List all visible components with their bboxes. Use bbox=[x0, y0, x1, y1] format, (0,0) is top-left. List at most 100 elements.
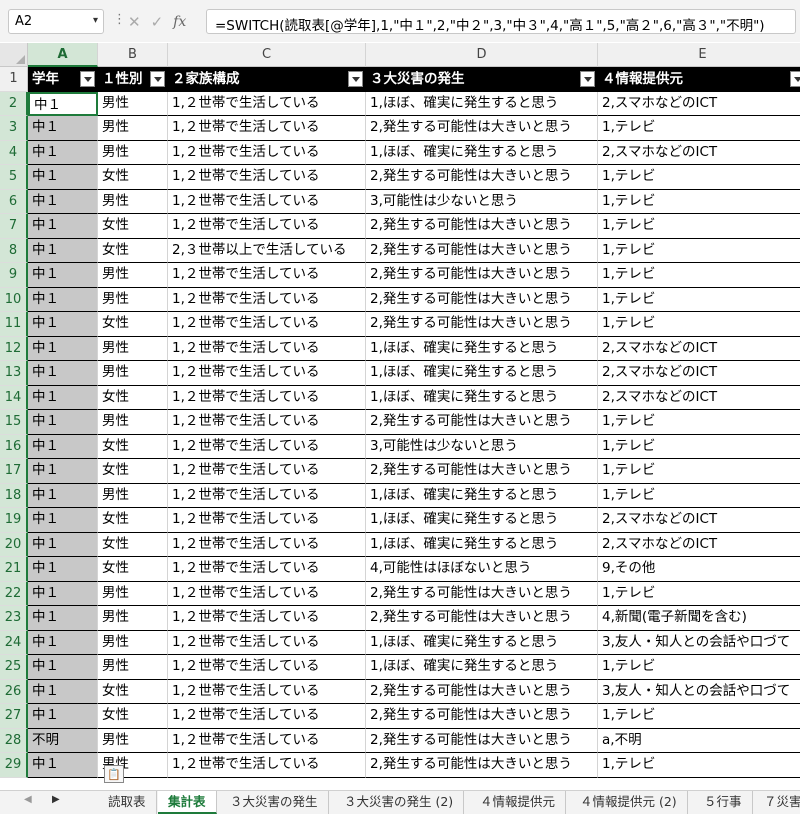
table-cell-d[interactable]: 2,発生する可能性は大きいと思う bbox=[366, 214, 598, 239]
column-header-d[interactable]: D bbox=[366, 43, 598, 67]
table-cell-c[interactable]: 1,２世帯で生活している bbox=[168, 189, 366, 214]
row-header-27[interactable]: 27 bbox=[0, 704, 28, 729]
table-cell-d[interactable]: 1,ほぼ、確実に発生すると思う bbox=[366, 91, 598, 116]
column-header-b[interactable]: B bbox=[98, 43, 168, 67]
table-cell-a[interactable]: 中１ bbox=[28, 655, 98, 680]
table-cell-e[interactable]: 1,テレビ bbox=[598, 704, 800, 729]
table-cell-c[interactable]: 1,２世帯で生活している bbox=[168, 434, 366, 459]
table-cell-a[interactable]: 中１ bbox=[28, 483, 98, 508]
table-cell-b[interactable]: 男性 bbox=[98, 728, 168, 753]
table-cell-c[interactable]: 1,２世帯で生活している bbox=[168, 140, 366, 165]
table-cell-e[interactable]: 1,テレビ bbox=[598, 190, 800, 214]
table-cell-b[interactable]: 男性 bbox=[98, 189, 168, 214]
chevron-down-icon[interactable]: ▾ bbox=[93, 15, 98, 26]
select-all-button[interactable] bbox=[0, 43, 28, 67]
table-cell-a[interactable]: 中１ bbox=[28, 459, 98, 484]
row-header-4[interactable]: 4 bbox=[0, 140, 28, 165]
table-cell-a[interactable]: 中１ bbox=[28, 679, 98, 704]
table-cell-d[interactable]: 1,ほぼ、確実に発生すると思う bbox=[366, 385, 598, 410]
table-cell-b[interactable]: 男性 bbox=[98, 140, 168, 165]
table-cell-e[interactable]: 2,スマホなどのICT bbox=[598, 92, 800, 116]
table-cell-a[interactable]: 中１ bbox=[28, 606, 98, 631]
row-header-25[interactable]: 25 bbox=[0, 655, 28, 680]
row-header-26[interactable]: 26 bbox=[0, 679, 28, 704]
table-cell-d[interactable]: 1,ほぼ、確実に発生すると思う bbox=[366, 140, 598, 165]
table-cell-e[interactable]: 2,スマホなどのICT bbox=[598, 337, 800, 361]
row-header-11[interactable]: 11 bbox=[0, 312, 28, 337]
table-cell-e[interactable]: 1,テレビ bbox=[598, 239, 800, 263]
table-cell-b[interactable]: 女性 bbox=[98, 679, 168, 704]
table-cell-e[interactable]: 1,テレビ bbox=[598, 753, 800, 778]
table-cell-b[interactable]: 女性 bbox=[98, 508, 168, 533]
table-cell-a[interactable]: 不明 bbox=[28, 728, 98, 753]
table-cell-a[interactable]: 中１ bbox=[28, 189, 98, 214]
table-cell-a[interactable]: 中１ bbox=[28, 312, 98, 337]
table-cell-c[interactable]: 1,２世帯で生活している bbox=[168, 606, 366, 631]
table-cell-c[interactable]: 1,２世帯で生活している bbox=[168, 263, 366, 288]
table-cell-e[interactable]: 1,テレビ bbox=[598, 263, 800, 288]
table-cell-d[interactable]: 2,発生する可能性は大きいと思う bbox=[366, 116, 598, 141]
table-cell-c[interactable]: 1,２世帯で生活している bbox=[168, 459, 366, 484]
table-cell-c[interactable]: 1,２世帯で生活している bbox=[168, 704, 366, 729]
table-cell-b[interactable]: 男性 bbox=[98, 410, 168, 435]
table-cell-c[interactable]: 1,２世帯で生活している bbox=[168, 483, 366, 508]
table-cell-e[interactable]: 1,テレビ bbox=[598, 214, 800, 239]
sheet-tab[interactable]: ３大災害の発生 (2) bbox=[334, 791, 465, 814]
table-cell-b[interactable]: 男性 bbox=[98, 263, 168, 288]
table-cell-e[interactable]: 1,テレビ bbox=[598, 435, 800, 459]
table-cell-d[interactable]: 2,発生する可能性は大きいと思う bbox=[366, 263, 598, 288]
table-cell-a[interactable]: 中１ bbox=[28, 287, 98, 312]
row-header-28[interactable]: 28 bbox=[0, 728, 28, 753]
table-cell-e[interactable]: 2,スマホなどのICT bbox=[598, 386, 800, 410]
prev-sheet-icon[interactable]: ◀ bbox=[24, 794, 32, 805]
row-header-20[interactable]: 20 bbox=[0, 532, 28, 557]
sheet-tab[interactable]: 集計表 bbox=[158, 791, 217, 814]
table-cell-d[interactable]: 2,発生する可能性は大きいと思う bbox=[366, 459, 598, 484]
table-cell-b[interactable]: 女性 bbox=[98, 434, 168, 459]
table-cell-c[interactable]: 1,２世帯で生活している bbox=[168, 214, 366, 239]
row-header-21[interactable]: 21 bbox=[0, 557, 28, 582]
table-cell-a[interactable]: 中１ bbox=[28, 581, 98, 606]
table-cell-b[interactable]: 男性 bbox=[98, 336, 168, 361]
table-cell-c[interactable]: 1,２世帯で生活している bbox=[168, 655, 366, 680]
table-cell-d[interactable]: 2,発生する可能性は大きいと思う bbox=[366, 704, 598, 729]
table-cell-e[interactable]: 4,新聞(電子新聞を含む) bbox=[598, 606, 800, 631]
table-header-cell[interactable]: 学年 bbox=[28, 67, 98, 92]
table-cell-a[interactable]: 中１ bbox=[28, 214, 98, 239]
table-cell-b[interactable]: 男性 bbox=[98, 483, 168, 508]
table-cell-b[interactable]: 女性 bbox=[98, 238, 168, 263]
cancel-icon[interactable]: ✕ bbox=[128, 13, 141, 31]
row-header-17[interactable]: 17 bbox=[0, 459, 28, 484]
row-header-9[interactable]: 9 bbox=[0, 263, 28, 288]
table-cell-a[interactable]: 中１ bbox=[28, 238, 98, 263]
table-cell-b[interactable]: 男性 bbox=[98, 361, 168, 386]
table-cell-c[interactable]: 1,２世帯で生活している bbox=[168, 679, 366, 704]
row-header-5[interactable]: 5 bbox=[0, 165, 28, 190]
table-cell-e[interactable]: 2,スマホなどのICT bbox=[598, 533, 800, 557]
table-cell-c[interactable]: 1,２世帯で生活している bbox=[168, 385, 366, 410]
table-cell-b[interactable]: 男性 bbox=[98, 581, 168, 606]
row-header-3[interactable]: 3 bbox=[0, 116, 28, 141]
row-header-8[interactable]: 8 bbox=[0, 238, 28, 263]
table-cell-a[interactable]: 中１ bbox=[28, 336, 98, 361]
row-header-10[interactable]: 10 bbox=[0, 287, 28, 312]
table-cell-e[interactable]: 1,テレビ bbox=[598, 582, 800, 606]
table-cell-c[interactable]: 1,２世帯で生活している bbox=[168, 581, 366, 606]
table-cell-d[interactable]: 1,ほぼ、確実に発生すると思う bbox=[366, 483, 598, 508]
table-cell-c[interactable]: 1,２世帯で生活している bbox=[168, 91, 366, 116]
column-header-a[interactable]: A bbox=[28, 43, 98, 67]
row-header-19[interactable]: 19 bbox=[0, 508, 28, 533]
table-cell-c[interactable]: 2,３世帯以上で生活している bbox=[168, 238, 366, 263]
table-cell-a[interactable]: 中１ bbox=[28, 140, 98, 165]
table-cell-a[interactable]: 中１ bbox=[28, 434, 98, 459]
row-header-2[interactable]: 2 bbox=[0, 91, 28, 116]
table-cell-e[interactable]: 2,スマホなどのICT bbox=[598, 361, 800, 386]
table-cell-d[interactable]: 2,発生する可能性は大きいと思う bbox=[366, 753, 598, 778]
insert-function-icon[interactable]: fx bbox=[173, 14, 186, 30]
next-sheet-icon[interactable]: ▶ bbox=[52, 794, 60, 805]
table-cell-d[interactable]: 3,可能性は少ないと思う bbox=[366, 434, 598, 459]
table-cell-c[interactable]: 1,２世帯で生活している bbox=[168, 630, 366, 655]
table-cell-e[interactable]: 1,テレビ bbox=[598, 116, 800, 141]
table-cell-d[interactable]: 2,発生する可能性は大きいと思う bbox=[366, 165, 598, 190]
table-cell-e[interactable]: 1,テレビ bbox=[598, 410, 800, 435]
